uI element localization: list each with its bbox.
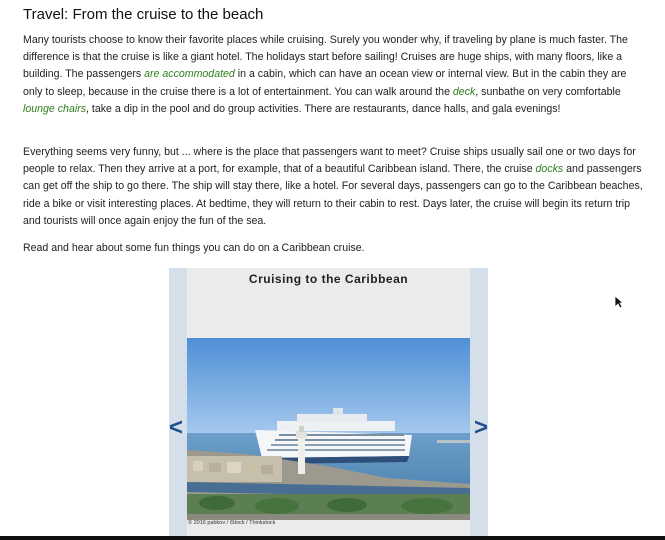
slide-panel: Cruising to the Caribbean © 2016 pabkov … — [187, 268, 470, 540]
text-segment: , take a dip in the pool and do group ac… — [86, 102, 561, 115]
vocab-link-accommodated[interactable]: are accommodated — [144, 68, 235, 80]
slide-title: Cruising to the Caribbean — [248, 272, 409, 286]
chevron-left-icon: < — [169, 414, 184, 441]
bottom-strip — [0, 536, 665, 540]
next-slide-button[interactable]: > — [474, 416, 488, 440]
vocab-link-lounge-chairs[interactable]: lounge chairs — [23, 103, 86, 115]
slideshow-right-bar — [470, 268, 488, 540]
intro-paragraph: Many tourists choose to know their favor… — [23, 32, 643, 118]
text-segment: , sunbathe on very comfortable — [475, 85, 621, 98]
slideshow: Cruising to the Caribbean © 2016 pabkov … — [169, 268, 488, 540]
page-title: Travel: From the cruise to the beach — [23, 6, 264, 23]
slideshow-left-bar — [169, 268, 187, 540]
chevron-right-icon: > — [473, 414, 488, 441]
cruise-ship-photo — [187, 338, 470, 520]
third-paragraph: Read and hear about some fun things you … — [23, 242, 365, 254]
vocab-link-deck[interactable]: deck — [453, 86, 475, 98]
mouse-pointer-icon — [614, 295, 624, 309]
vocab-link-docks[interactable]: docks — [536, 163, 564, 175]
photo-credit: © 2016 pabkov / iStock / Thinkstock — [188, 520, 276, 526]
previous-slide-button[interactable]: < — [169, 416, 183, 440]
second-paragraph: Everything seems very funny, but ... whe… — [23, 144, 643, 230]
